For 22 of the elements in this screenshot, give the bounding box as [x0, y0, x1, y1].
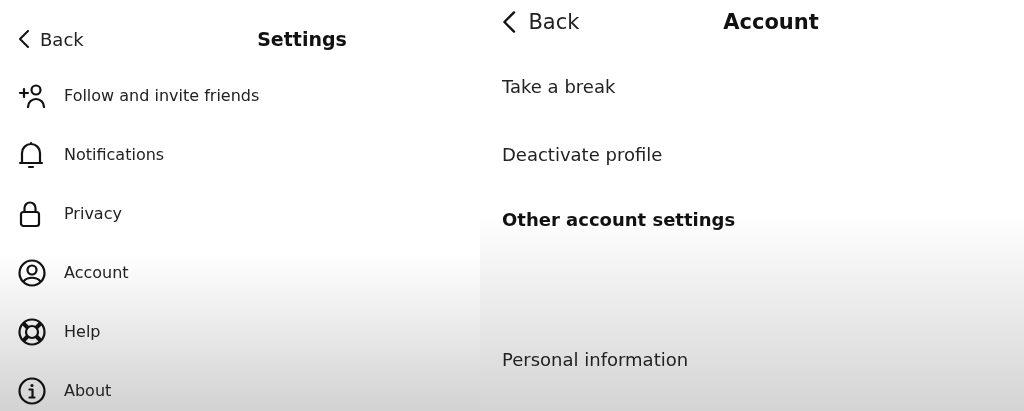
lifebuoy-icon — [18, 317, 46, 346]
profile-circle-icon — [18, 258, 46, 287]
menu-item[interactable]: Deactivate profile — [502, 140, 663, 170]
screen-title: Settings — [256, 28, 348, 50]
chevron-left-icon — [502, 10, 517, 34]
section-heading: Other account settings — [502, 208, 736, 232]
bell-icon — [18, 140, 44, 169]
add-person-icon — [18, 83, 48, 108]
menu-item[interactable]: About — [18, 361, 112, 411]
screen-title: Account — [722, 10, 819, 34]
back-button[interactable]: Back — [502, 10, 580, 34]
lock-icon — [18, 199, 42, 228]
menu-item[interactable]: Personal information — [502, 345, 689, 375]
menu-item[interactable]: Privacy — [18, 184, 122, 243]
menu-item[interactable]: Notifications — [18, 125, 165, 184]
menu-item[interactable]: Account — [18, 243, 129, 302]
chevron-left-icon — [18, 29, 30, 49]
info-icon — [18, 376, 46, 405]
menu-item[interactable]: Take a break — [502, 72, 616, 102]
menu-item[interactable]: Help — [18, 302, 101, 361]
menu-item[interactable]: Follow and invite friends — [18, 66, 260, 125]
back-button[interactable]: Back — [18, 28, 84, 50]
